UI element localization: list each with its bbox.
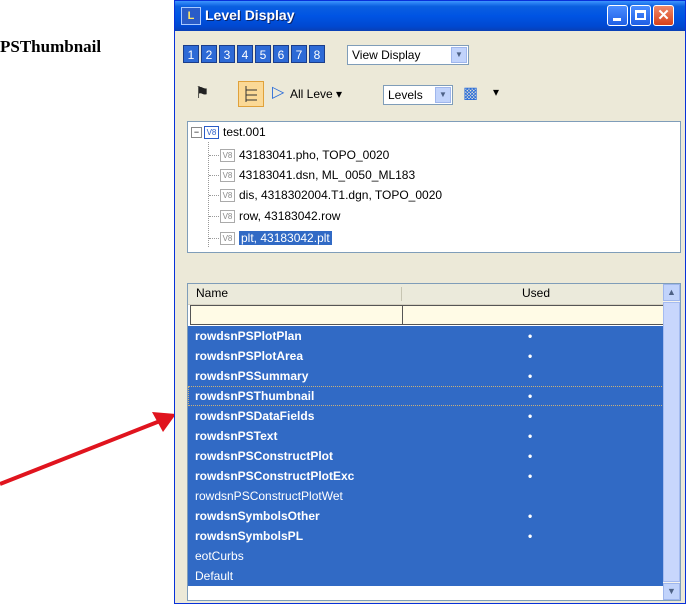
tree-item[interactable]: V8 43183041.pho, TOPO_0020 bbox=[220, 147, 389, 164]
level-name: rowdsnSymbolsPL bbox=[195, 529, 304, 543]
level-rows: rowdsnPSPlotPlan • rowdsnPSPlotArea • rowdsn… bbox=[188, 326, 666, 586]
tree-item[interactable]: V8 43183041.dsn, ML_0050_ML183 bbox=[220, 167, 415, 184]
view-display-value: View Display bbox=[352, 48, 421, 62]
tree-item-selected[interactable]: V8 plt, 43183042.plt bbox=[220, 230, 332, 247]
level-row[interactable]: rowdsnPSPlotPlan • bbox=[188, 326, 666, 346]
tree-root[interactable]: − V8 test.001 bbox=[191, 124, 266, 141]
v8-file-icon: V8 bbox=[220, 210, 235, 224]
levels-list: Name Used rowdsnPSPlotPlan • rowdsnPSPlotA… bbox=[187, 283, 681, 601]
used-indicator: • bbox=[528, 349, 533, 363]
view-3-button[interactable]: 3 bbox=[219, 45, 235, 63]
level-row[interactable]: rowdsnSymbolsOther • bbox=[188, 506, 666, 526]
level-row[interactable]: eotCurbs bbox=[188, 546, 666, 566]
level-list-button[interactable] bbox=[238, 81, 264, 107]
used-indicator: • bbox=[528, 509, 533, 523]
all-levels-dropdown[interactable]: All Leve ▾ bbox=[290, 87, 342, 101]
level-row[interactable]: rowdsnPSConstructPlotWet bbox=[188, 486, 666, 506]
column-header-name[interactable]: Name bbox=[196, 286, 228, 300]
used-indicator: • bbox=[528, 529, 533, 543]
list-tree-icon bbox=[245, 86, 257, 102]
level-name: rowdsnPSConstructPlotWet bbox=[195, 489, 343, 503]
flag-icon[interactable]: ⚑ bbox=[195, 83, 209, 103]
levels-value: Levels bbox=[388, 88, 423, 102]
view-8-button[interactable]: 8 bbox=[309, 45, 325, 63]
level-name: eotCurbs bbox=[195, 549, 244, 563]
file-tree: − V8 test.001 V8 43183041.pho, TOPO_0020 V8… bbox=[187, 121, 681, 253]
scroll-up-icon[interactable]: ▲ bbox=[663, 284, 680, 301]
tree-item[interactable]: V8 dis, 4318302004.T1.dgn, TOPO_0020 bbox=[220, 187, 442, 204]
v8-file-icon: V8 bbox=[204, 126, 219, 140]
app-icon: L bbox=[181, 7, 201, 25]
view-4-button[interactable]: 4 bbox=[237, 45, 253, 63]
levels-select[interactable]: Levels ▼ bbox=[383, 85, 453, 105]
view-display-select[interactable]: View Display ▼ bbox=[347, 45, 469, 65]
view-number-buttons: 1 2 3 4 5 6 7 8 bbox=[183, 45, 327, 63]
level-row[interactable]: rowdsnPSDataFields • bbox=[188, 406, 666, 426]
view-7-button[interactable]: 7 bbox=[291, 45, 307, 63]
scroll-thumb[interactable] bbox=[663, 302, 680, 582]
view-1-button[interactable]: 1 bbox=[183, 45, 199, 63]
close-button[interactable]: ✕ bbox=[653, 5, 674, 26]
used-indicator: • bbox=[528, 469, 533, 483]
used-indicator: • bbox=[528, 329, 533, 343]
view-5-button[interactable]: 5 bbox=[255, 45, 271, 63]
level-row[interactable]: rowdsnPSConstructPlotExc • bbox=[188, 466, 666, 486]
level-name: rowdsnPSText bbox=[195, 429, 278, 443]
level-row[interactable]: rowdsnPSThumbnail • bbox=[188, 386, 666, 406]
used-indicator: • bbox=[528, 409, 533, 423]
title-bar[interactable]: L Level Display ✕ bbox=[175, 1, 685, 31]
v8-file-icon: V8 bbox=[220, 232, 235, 246]
scroll-down-icon[interactable]: ▼ bbox=[663, 583, 680, 600]
level-name: rowdsnPSSummary bbox=[195, 369, 309, 383]
caret-down-icon[interactable]: ▾ bbox=[493, 85, 499, 99]
vertical-scrollbar[interactable]: ▲ ▼ bbox=[663, 284, 680, 600]
level-name: rowdsnPSConstructPlot bbox=[195, 449, 334, 463]
used-indicator: • bbox=[528, 429, 533, 443]
level-name: rowdsnPSPlotArea bbox=[195, 349, 304, 363]
used-indicator: • bbox=[528, 389, 533, 403]
view-6-button[interactable]: 6 bbox=[273, 45, 289, 63]
level-row[interactable]: rowdsnPSText • bbox=[188, 426, 666, 446]
maximize-icon bbox=[635, 10, 646, 20]
close-icon: ✕ bbox=[657, 7, 670, 24]
filter-row[interactable] bbox=[190, 305, 666, 325]
minimize-icon bbox=[613, 18, 621, 21]
level-row[interactable]: rowdsnPSConstructPlot • bbox=[188, 446, 666, 466]
filter-arrow-icon[interactable]: ▷ bbox=[272, 82, 284, 102]
level-row[interactable]: rowdsnPSPlotArea • bbox=[188, 346, 666, 366]
chevron-down-icon[interactable]: ▼ bbox=[435, 87, 451, 103]
view-2-button[interactable]: 2 bbox=[201, 45, 217, 63]
maximize-button[interactable] bbox=[630, 5, 651, 26]
level-name: rowdsnSymbolsOther bbox=[195, 509, 320, 523]
minimize-button[interactable] bbox=[607, 5, 628, 26]
window-title: Level Display bbox=[205, 7, 295, 23]
level-row[interactable]: Default bbox=[188, 566, 666, 586]
v8-file-icon: V8 bbox=[220, 169, 235, 183]
used-indicator: • bbox=[528, 449, 533, 463]
v8-file-icon: V8 bbox=[220, 189, 235, 203]
chevron-down-icon[interactable]: ▼ bbox=[451, 47, 467, 63]
level-name: rowdsnPSDataFields bbox=[195, 409, 315, 423]
all-levels-label: All Leve bbox=[290, 87, 333, 101]
level-name: rowdsnPSPlotPlan bbox=[195, 329, 302, 343]
collapse-icon[interactable]: − bbox=[191, 127, 202, 139]
level-name: rowdsnPSConstructPlotExc bbox=[195, 469, 355, 483]
level-row[interactable]: rowdsnSymbolsPL • bbox=[188, 526, 666, 546]
v8-file-icon: V8 bbox=[220, 149, 235, 163]
level-name: Default bbox=[195, 569, 234, 583]
used-indicator: • bbox=[528, 369, 533, 383]
list-header: Name Used bbox=[188, 284, 666, 305]
caret-down-icon: ▾ bbox=[332, 87, 343, 101]
level-display-window: L Level Display ✕ 1 2 3 4 5 6 7 8 View D… bbox=[174, 0, 686, 604]
toolbar: ⚑ ▷ All Leve ▾ Levels ▼ ▩ ▾ bbox=[175, 77, 685, 111]
tree-item[interactable]: V8 row, 43183042.row bbox=[220, 208, 340, 225]
level-manager-icon[interactable]: ▩ bbox=[463, 83, 478, 103]
level-row[interactable]: rowdsnPSSummary • bbox=[188, 366, 666, 386]
column-header-used[interactable]: Used bbox=[522, 286, 550, 300]
level-name: rowdsnPSThumbnail bbox=[195, 389, 315, 403]
